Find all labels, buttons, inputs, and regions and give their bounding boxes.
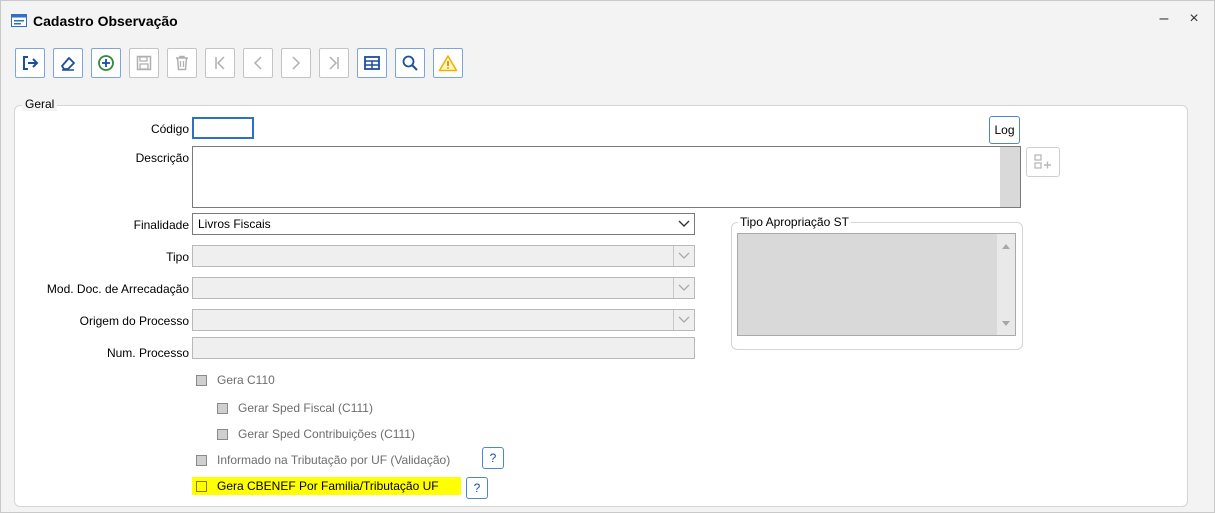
close-button[interactable]: ×	[1184, 10, 1204, 28]
finalidade-label: Finalidade	[133, 218, 189, 232]
geral-legend: Geral	[22, 97, 58, 111]
sped-contribuicoes-checkbox[interactable]	[217, 429, 228, 440]
sped-contribuicoes-label: Gerar Sped Contribuições (C111)	[238, 427, 415, 441]
descricao-label: Descrição	[135, 151, 189, 165]
grid-button[interactable]	[357, 48, 387, 78]
last-icon	[329, 56, 339, 70]
delete-button[interactable]	[167, 48, 197, 78]
last-record-button[interactable]	[319, 48, 349, 78]
sped-fiscal-checkbox[interactable]	[217, 403, 228, 414]
save-button[interactable]	[129, 48, 159, 78]
table-icon	[364, 56, 380, 70]
next-record-button[interactable]	[281, 48, 311, 78]
gera-cbenef-checkbox[interactable]	[196, 481, 207, 492]
search-icon	[402, 55, 418, 71]
add-circle-icon	[98, 55, 114, 71]
num-processo-label: Num. Processo	[106, 346, 189, 360]
gera-cbenef-help-button[interactable]: ?	[466, 477, 488, 499]
search-button[interactable]	[395, 48, 425, 78]
add-description-button[interactable]	[1026, 147, 1060, 177]
trash-icon	[176, 55, 188, 71]
log-button[interactable]: Log	[989, 116, 1020, 144]
informado-uf-label: Informado na Tributação por UF (Validaçã…	[217, 453, 451, 467]
informado-uf-checkbox[interactable]	[196, 455, 207, 466]
eraser-icon	[61, 57, 75, 71]
descricao-scrollbar[interactable]	[1000, 147, 1020, 207]
mod-doc-label: Mod. Doc. de Arrecadação	[46, 282, 189, 296]
tipo-select[interactable]	[192, 245, 695, 267]
gera-c110-checkbox[interactable]	[196, 375, 207, 386]
codigo-label: Código	[150, 122, 189, 136]
next-icon	[292, 56, 301, 70]
finalidade-select[interactable]: Livros Fiscais	[192, 213, 695, 235]
gera-c110-label: Gera C110	[217, 373, 275, 387]
origem-label: Origem do Processo	[79, 314, 189, 328]
finalidade-value: Livros Fiscais	[198, 217, 271, 231]
sped-fiscal-label: Gerar Sped Fiscal (C111)	[238, 401, 373, 415]
scroll-down-icon[interactable]	[1001, 320, 1011, 328]
form-app-icon	[11, 14, 27, 27]
minimize-button[interactable]: –	[1154, 10, 1174, 28]
list-scrollbar[interactable]	[997, 234, 1015, 335]
exit-button[interactable]	[15, 48, 45, 78]
first-record-button[interactable]	[205, 48, 235, 78]
previous-icon	[253, 56, 262, 70]
window-title: Cadastro Observação	[33, 13, 178, 29]
add-list-icon	[1034, 154, 1051, 169]
new-button[interactable]	[91, 48, 121, 78]
scroll-up-icon[interactable]	[1001, 242, 1011, 250]
warning-icon	[438, 55, 458, 72]
title-bar	[1, 1, 1213, 41]
chevron-down-icon	[673, 278, 694, 298]
chevron-down-icon	[674, 214, 694, 234]
clear-button[interactable]	[53, 48, 83, 78]
save-icon	[136, 55, 152, 71]
chevron-down-icon	[673, 310, 694, 330]
mod-doc-select[interactable]	[192, 277, 695, 299]
descricao-textarea[interactable]	[192, 146, 1021, 208]
warning-button[interactable]	[433, 48, 463, 78]
tipo-apropriacao-list[interactable]	[737, 233, 1016, 336]
first-icon	[215, 56, 225, 70]
gera-cbenef-label: Gera CBENEF Por Familia/Tributação UF	[217, 479, 439, 493]
informado-uf-help-button[interactable]: ?	[482, 447, 504, 469]
previous-record-button[interactable]	[243, 48, 273, 78]
chevron-down-icon	[673, 246, 694, 266]
num-processo-input[interactable]	[192, 337, 695, 359]
tipo-label: Tipo	[166, 250, 189, 264]
tipo-apropriacao-legend: Tipo Apropriação ST	[738, 215, 851, 229]
exit-icon	[23, 56, 39, 70]
origem-select[interactable]	[192, 309, 695, 331]
codigo-input[interactable]	[192, 117, 254, 139]
